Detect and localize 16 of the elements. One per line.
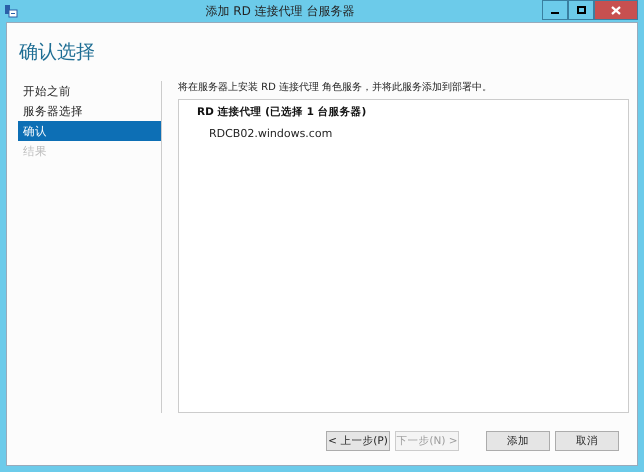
app-icon [4, 4, 18, 18]
nav-item[interactable]: 服务器选择 [18, 101, 161, 121]
window-title: 添加 RD 连接代理 台服务器 [204, 2, 356, 20]
maximize-icon [576, 6, 586, 14]
page-title: 确认选择 [19, 41, 95, 63]
dialog-button[interactable]: < 上一步(P) [326, 431, 390, 451]
close-button[interactable] [594, 0, 638, 20]
minimize-button[interactable] [542, 0, 568, 20]
close-icon [611, 6, 621, 14]
maximize-button[interactable] [568, 0, 594, 20]
nav-item[interactable]: 确认 [18, 121, 161, 141]
summary-heading: RD 连接代理 (已选择 1 台服务器) [197, 105, 368, 119]
dialog-button[interactable]: 添加 [486, 431, 550, 451]
nav-item[interactable]: 开始之前 [18, 81, 161, 101]
description-text: 将在服务器上安装 RD 连接代理 角色服务，并将此服务添加到部署中。 [178, 81, 494, 95]
dialog-button[interactable]: 取消 [555, 431, 619, 451]
